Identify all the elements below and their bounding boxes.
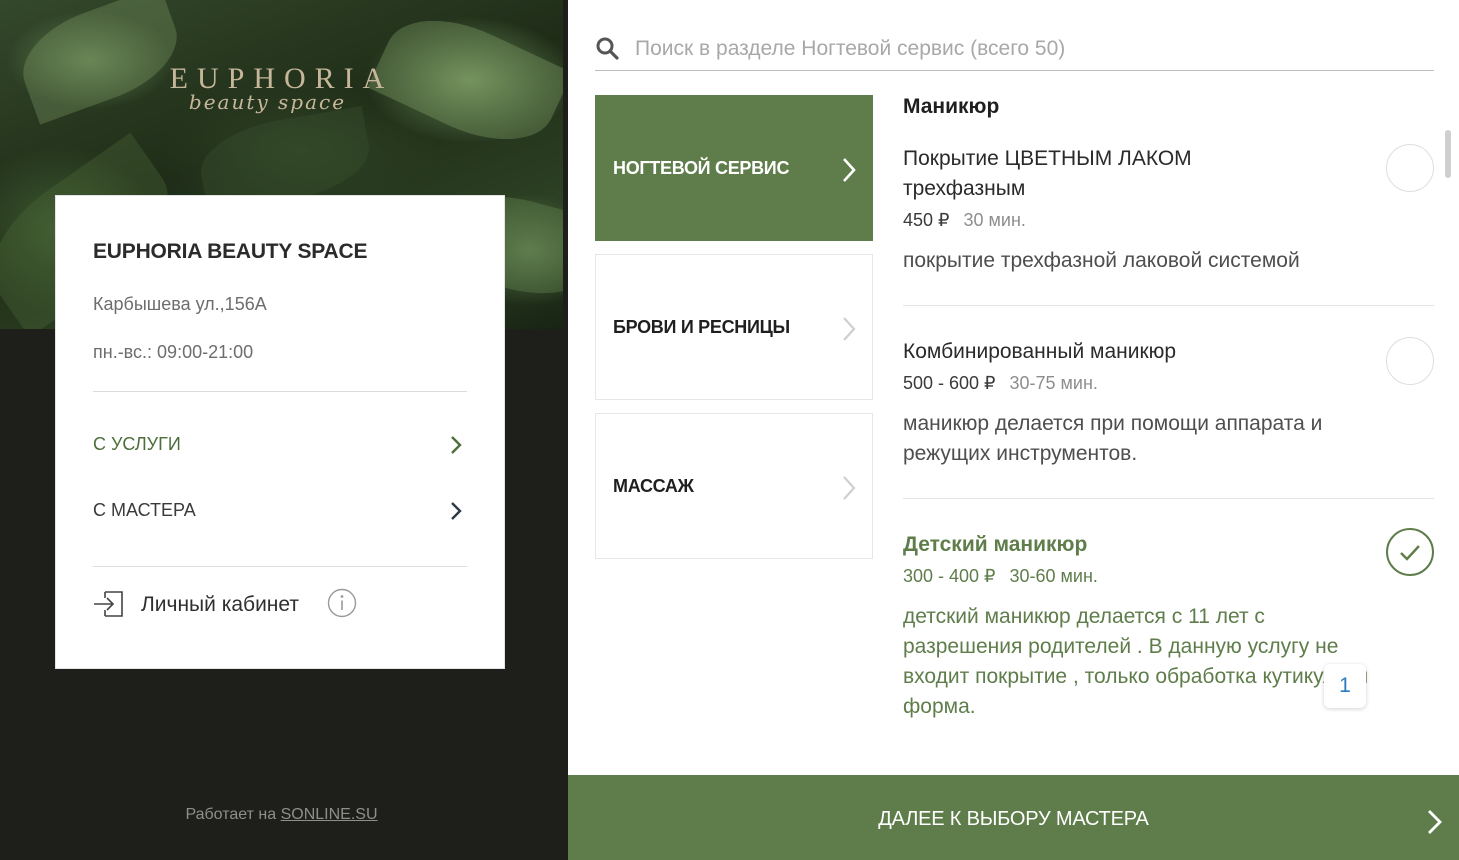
next-to-master-button[interactable]: ДАЛЕЕ К ВЫБОРУ МАСТЕРА xyxy=(568,775,1459,860)
powered-by: Работает на SONLINE.SU xyxy=(0,806,563,824)
chevron-right-icon xyxy=(843,476,856,500)
service-name: Детский маникюр xyxy=(903,533,1088,556)
chevron-right-icon xyxy=(843,317,856,341)
brand-logo: EUPHORIA beauty space xyxy=(0,62,563,114)
chevron-right-icon xyxy=(451,436,462,454)
next-button-label: ДАЛЕЕ К ВЫБОРУ МАСТЕРА xyxy=(878,808,1149,830)
service-meta: 300 - 400 ₽ 30-60 мин. xyxy=(903,566,1098,587)
service-select-radio[interactable] xyxy=(1386,528,1434,576)
section-title: Маникюр xyxy=(903,95,1000,118)
service-select-radio[interactable] xyxy=(1386,337,1434,385)
divider xyxy=(903,498,1434,499)
category-brows-lashes[interactable]: БРОВИ И РЕСНИЦЫ xyxy=(595,254,873,400)
chevron-right-icon xyxy=(1428,810,1442,834)
search-bar xyxy=(595,32,1434,71)
divider xyxy=(903,305,1434,306)
service-description: маникюр делается при помощи аппарата и р… xyxy=(903,412,1323,465)
divider xyxy=(93,391,467,392)
category-massage[interactable]: МАССАЖ xyxy=(595,413,873,559)
chevron-right-icon xyxy=(843,158,856,182)
service-price: 300 - 400 ₽ xyxy=(903,566,996,586)
info-icon[interactable] xyxy=(327,588,357,618)
logo-sub-text: beauty space xyxy=(188,90,347,114)
service-price: 450 ₽ xyxy=(903,210,950,230)
service-duration: 30-60 мин. xyxy=(1009,566,1098,586)
service-item[interactable]: Детский маникюр 300 - 400 ₽ 30-60 мин. де… xyxy=(903,528,1434,770)
service-item[interactable]: Комбинированный маникюр 500 - 600 ₽ 30-75… xyxy=(903,337,1434,499)
by-master-label: С МАСТЕРА xyxy=(93,500,196,520)
search-icon xyxy=(596,37,619,60)
salon-card: EUPHORIA BEAUTY SPACE Карбышева ул.,156А… xyxy=(55,195,505,669)
service-duration: 30 мин. xyxy=(963,210,1026,230)
powered-by-text: Работает на xyxy=(185,806,277,823)
sonline-link[interactable]: SONLINE.SU xyxy=(281,806,378,823)
category-label: БРОВИ И РЕСНИЦЫ xyxy=(613,317,790,337)
service-select-radio[interactable] xyxy=(1386,144,1434,192)
by-service-label: С УСЛУГИ xyxy=(93,434,181,454)
selected-count-badge[interactable]: 1 xyxy=(1324,664,1366,708)
category-label: НОГТЕВОЙ СЕРВИС xyxy=(613,158,790,178)
search-input[interactable] xyxy=(635,32,1425,66)
salon-address: Карбышева ул.,156А xyxy=(93,294,267,314)
by-master-link[interactable]: С МАСТЕРА xyxy=(93,496,467,526)
salon-hours: пн.-вс.: 09:00-21:00 xyxy=(93,342,254,362)
chevron-right-icon xyxy=(451,502,462,520)
category-label: МАССАЖ xyxy=(613,476,694,496)
service-item[interactable]: Покрытие ЦВЕТНЫМ ЛАКОМ трехфазным 450 ₽ 3… xyxy=(903,144,1434,306)
login-icon xyxy=(94,591,123,617)
by-service-link[interactable]: С УСЛУГИ xyxy=(93,430,467,460)
service-duration: 30-75 мин. xyxy=(1009,373,1098,393)
scrollbar-thumb[interactable] xyxy=(1445,130,1451,178)
cabinet-label: Личный кабинет xyxy=(141,593,299,616)
right-panel: НОГТЕВОЙ СЕРВИС БРОВИ И РЕСНИЦЫ МАССАЖ М… xyxy=(568,0,1459,860)
salon-name: EUPHORIA BEAUTY SPACE xyxy=(93,240,368,263)
service-name: Комбинированный маникюр xyxy=(903,340,1177,363)
service-name: Покрытие ЦВЕТНЫМ ЛАКОМ трехфазным xyxy=(903,147,1192,200)
check-icon xyxy=(1400,545,1420,561)
service-meta: 450 ₽ 30 мин. xyxy=(903,210,1026,231)
service-meta: 500 - 600 ₽ 30-75 мин. xyxy=(903,373,1098,394)
service-description: покрытие трехфазной лаковой системой xyxy=(903,249,1300,272)
service-description: детский маникюр делается с 11 лет с разр… xyxy=(903,605,1369,718)
divider xyxy=(93,566,467,567)
service-price: 500 - 600 ₽ xyxy=(903,373,996,393)
category-nail-service[interactable]: НОГТЕВОЙ СЕРВИС xyxy=(595,95,873,241)
left-panel: EUPHORIA beauty space EUPHORIA BEAUTY SP… xyxy=(0,0,563,860)
